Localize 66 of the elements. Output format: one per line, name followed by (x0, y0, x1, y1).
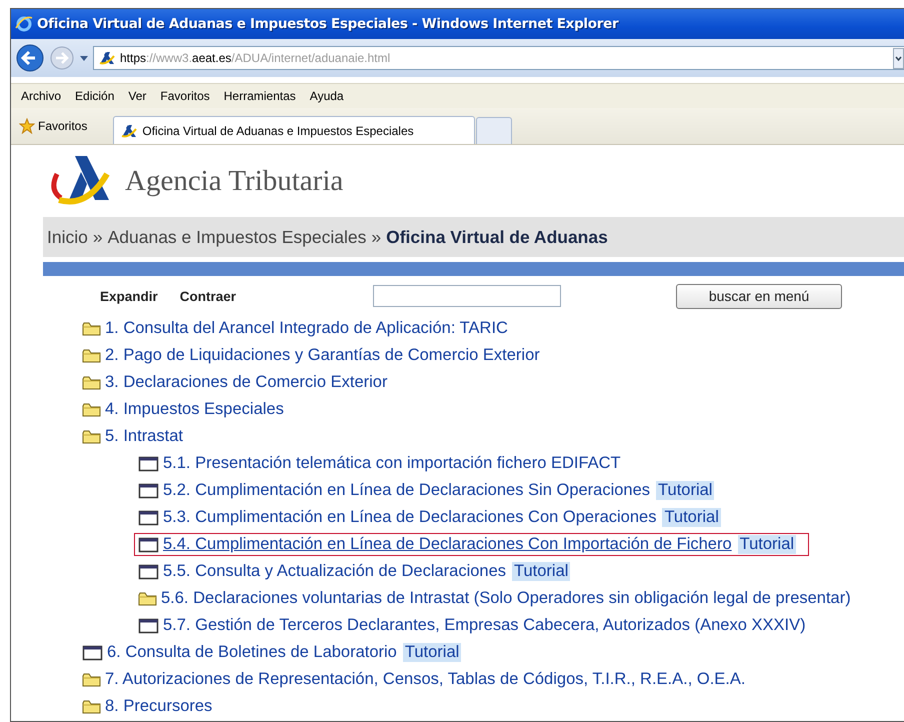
window-title: Oficina Virtual de Aduanas e Impuestos Especiales - Windows Internet Explorer (37, 16, 618, 32)
menu-link[interactable]: 8. Precursores (105, 697, 212, 716)
window-icon[interactable] (138, 536, 159, 553)
folder-icon[interactable] (82, 348, 101, 364)
window-icon[interactable] (138, 617, 159, 634)
browser-tab[interactable]: Oficina Virtual de Aduanas e Impuestos Especiales (113, 116, 476, 144)
search-button[interactable]: buscar en menú (676, 284, 842, 308)
menu-item[interactable]: Ver (122, 89, 154, 103)
tutorial-link[interactable]: Tutorial (402, 643, 462, 662)
breadcrumb-separator: » (371, 226, 382, 248)
window-icon[interactable] (138, 563, 159, 580)
search-field[interactable] (373, 285, 562, 307)
back-button[interactable] (15, 43, 45, 73)
menu-item[interactable]: Herramientas (218, 89, 304, 103)
breadcrumb-current: Oficina Virtual de Aduanas (386, 226, 608, 248)
url-text: aeat.es (192, 51, 232, 65)
address-field[interactable]: https://www3.aeat.es/ADUA/internet/aduanaie.html (93, 46, 904, 70)
tree-control-link[interactable]: Expandir (100, 288, 158, 304)
favorites-button[interactable]: Favoritos (15, 118, 92, 134)
menu-link[interactable]: 1. Consulta del Arancel Integrado de Aplicación: TARIC (105, 319, 508, 338)
window-icon[interactable] (138, 509, 159, 526)
menu-link[interactable]: 5.1. Presentación telemática con importación fichero EDIFACT (163, 454, 621, 473)
tutorial-link[interactable]: Tutorial (662, 508, 721, 527)
menu-link[interactable]: 2. Pago de Liquidaciones y Garantías de Comercio Exterior (105, 346, 540, 365)
breadcrumb-link[interactable]: Inicio (47, 226, 88, 248)
tutorial-link[interactable]: Tutorial (512, 562, 570, 581)
menu-link[interactable]: 5.2. Cumplimentación en Línea de Declaraciones Sin Operaciones (163, 481, 650, 500)
menu-item[interactable]: Favoritos (154, 89, 218, 103)
url-text: https (120, 51, 146, 65)
tree-control-link[interactable]: Contraer (180, 288, 236, 304)
window-icon[interactable] (138, 455, 159, 472)
menu-link[interactable]: 6. Consulta de Boletines de Laboratorio (107, 643, 397, 662)
folder-icon[interactable] (82, 402, 101, 418)
dropdown-button[interactable] (893, 48, 904, 68)
menu-link[interactable]: 4. Impuestos Especiales (105, 400, 284, 419)
menu-link[interactable]: 5.3. Cumplimentación en Línea de Declaraciones Con Operaciones (163, 508, 656, 527)
window-icon[interactable] (82, 644, 103, 661)
menu-item[interactable]: Archivo (15, 89, 70, 103)
folder-icon[interactable] (82, 672, 101, 688)
breadcrumb-separator: » (92, 226, 103, 248)
menu-item[interactable]: Edición (69, 89, 122, 103)
menu-link[interactable]: 5.7. Gestión de Terceros Declarantes, Empresas Cabecera, Autorizados (Anexo XXXIV) (163, 616, 806, 635)
star-icon (19, 118, 35, 134)
menu-link[interactable]: 5.6. Declaraciones voluntarias de Intrastat (Solo Operadores sin obligación legal de presentar) (161, 589, 851, 608)
folder-icon[interactable] (82, 320, 101, 336)
dropdown-icon[interactable] (79, 54, 89, 62)
tutorial-link[interactable]: Tutorial (656, 481, 714, 500)
window-icon[interactable] (138, 482, 159, 499)
menu-link[interactable]: 5.4. Cumplimentación en Línea de Declaraciones Con Importación de Fichero (163, 535, 732, 554)
url-text: /ADUA/internet/aduanaie.html (231, 51, 390, 65)
menu-link[interactable]: 7. Autorizaciones de Representación, Censos, Tablas de Códigos, T.I.R., R.E.A., O.E.A. (105, 670, 746, 689)
site-icon (120, 122, 138, 138)
browser-icon (15, 15, 33, 33)
url-text: ://www3. (146, 51, 192, 65)
folder-icon[interactable] (82, 428, 101, 444)
menu-item[interactable]: Ayuda (304, 89, 352, 103)
breadcrumb-link[interactable]: Aduanas e Impuestos Especiales (108, 226, 366, 248)
site-name: Agencia Tributaria (125, 164, 344, 198)
menu-link[interactable]: 3. Declaraciones de Comercio Exterior (105, 373, 388, 392)
site-icon (98, 50, 116, 66)
menu-link[interactable]: 5.5. Consulta y Actualización de Declaraciones (163, 562, 506, 581)
menu-link[interactable]: 5. Intrastat (105, 427, 183, 446)
folder-icon[interactable] (82, 374, 101, 390)
folder-icon[interactable] (138, 590, 157, 606)
folder-icon[interactable] (82, 698, 101, 714)
tutorial-link[interactable]: Tutorial (738, 535, 796, 554)
